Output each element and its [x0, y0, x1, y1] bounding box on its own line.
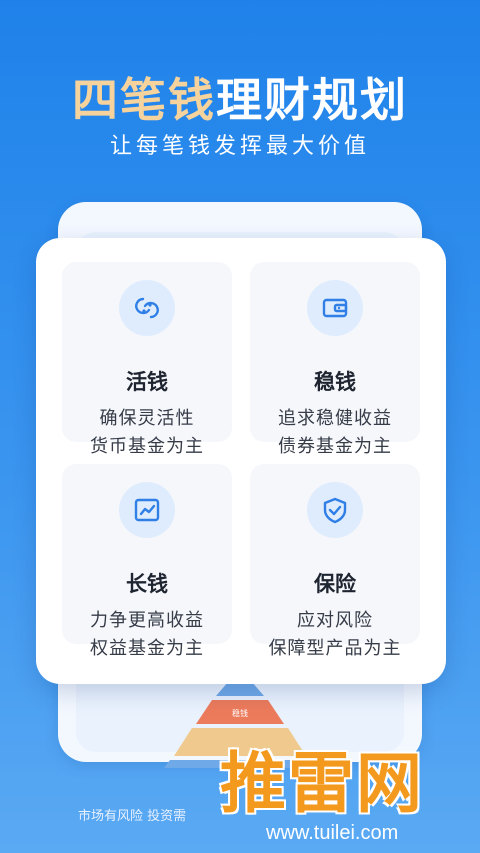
tile-stable-money[interactable]: 稳钱 追求稳健收益 债券基金为主 — [250, 262, 420, 457]
watermark-url: www.tuilei.com — [266, 822, 399, 844]
tile-desc-line1: 应对风险 — [297, 610, 373, 631]
tile-long-money[interactable]: 长钱 力争更高收益 权益基金为主 — [62, 464, 232, 659]
wallet-icon — [307, 280, 363, 336]
tile-title: 活钱 — [126, 370, 168, 394]
chart-trend-icon — [119, 482, 175, 538]
tile-insurance[interactable]: 保险 应对风险 保障型产品为主 — [250, 464, 420, 659]
pyramid-tier-top — [216, 682, 264, 696]
link-coins-icon — [119, 280, 175, 336]
watermark: 推雷网 www.tuilei.com — [210, 730, 480, 853]
money-plan-card: 活钱 确保灵活性 货币基金为主 稳钱 追求稳健收益 债券基金为主 长钱 力争更高… — [36, 238, 446, 684]
shield-check-icon — [307, 482, 363, 538]
pyramid-label: 稳钱 — [232, 708, 248, 718]
tile-title: 长钱 — [126, 572, 168, 596]
risk-disclaimer: 市场有风险 投资需 — [78, 809, 187, 824]
tile-desc-line2: 债券基金为主 — [278, 436, 392, 457]
tile-title: 稳钱 — [314, 370, 356, 394]
watermark-text: 推雷网 — [220, 745, 424, 822]
tile-desc-line1: 追求稳健收益 — [278, 408, 392, 429]
tile-title: 保险 — [314, 572, 356, 596]
tile-desc-line2: 权益基金为主 — [90, 638, 204, 659]
title-rest: 理财规划 — [216, 73, 408, 127]
tile-desc-line1: 确保灵活性 — [99, 408, 195, 429]
tile-active-money[interactable]: 活钱 确保灵活性 货币基金为主 — [62, 262, 232, 457]
title-highlight: 四笔钱 — [72, 73, 216, 127]
page-subtitle: 让每笔钱发挥最大价值 — [109, 134, 370, 159]
tile-desc-line2: 货币基金为主 — [90, 436, 204, 457]
page-title: 四笔钱理财规划 — [0, 64, 480, 130]
tile-desc-line1: 力争更高收益 — [90, 610, 204, 631]
tile-desc-line2: 保障型产品为主 — [268, 638, 402, 659]
